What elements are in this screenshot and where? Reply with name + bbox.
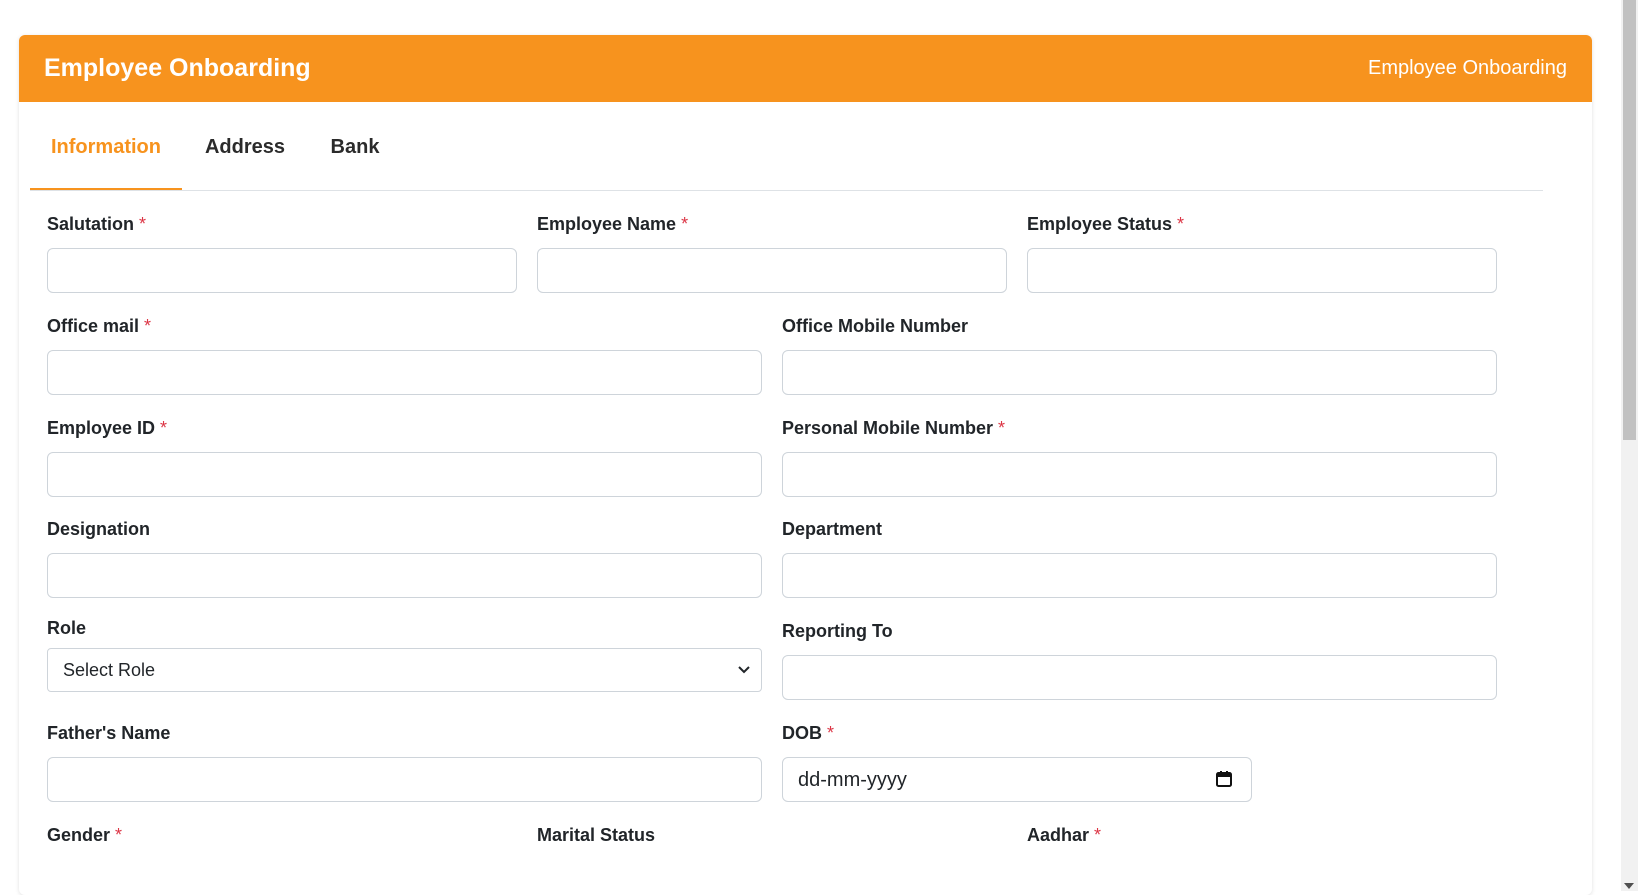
scrollbar-thumb[interactable] — [1623, 0, 1636, 440]
role-select[interactable]: Select Role — [47, 648, 762, 692]
dob-placeholder: dd-mm-yyyy — [798, 769, 907, 791]
reporting-to-label: Reporting To — [782, 621, 893, 641]
card-header: Employee Onboarding Employee Onboarding — [19, 35, 1592, 102]
office-mail-input[interactable] — [47, 350, 762, 395]
dob-date-input[interactable]: dd-mm-yyyy — [782, 757, 1252, 802]
employee-status-label: Employee Status — [1027, 214, 1173, 234]
personal-mobile-label: Personal Mobile Number — [782, 418, 994, 438]
salutation-label: Salutation — [47, 214, 135, 234]
employee-name-input[interactable] — [537, 248, 1007, 293]
employee-id-input[interactable] — [47, 452, 762, 497]
department-label: Department — [782, 519, 883, 539]
employee-name-label: Employee Name — [537, 214, 677, 234]
required-marker: * — [998, 418, 1006, 438]
role-label: Role — [47, 618, 87, 638]
chevron-down-icon — [737, 649, 751, 691]
reporting-to-input[interactable] — [782, 655, 1497, 700]
page-title: Employee Onboarding — [44, 54, 311, 82]
employee-status-input[interactable] — [1027, 248, 1497, 293]
dob-label: DOB — [782, 723, 822, 743]
required-marker: * — [681, 214, 689, 234]
required-marker: * — [139, 214, 147, 234]
page-scrollbar[interactable] — [1621, 0, 1638, 891]
fathers-name-input[interactable] — [47, 757, 762, 802]
salutation-input[interactable] — [47, 248, 517, 293]
gender-label: Gender — [47, 825, 111, 845]
required-marker: * — [160, 418, 168, 438]
role-selected-value: Select Role — [63, 660, 156, 680]
required-marker: * — [1094, 825, 1102, 845]
required-marker: * — [1177, 214, 1185, 234]
marital-status-label: Marital Status — [537, 825, 656, 845]
scroll-down-arrow-icon[interactable] — [1624, 883, 1634, 889]
breadcrumb: Employee Onboarding — [1367, 57, 1567, 79]
personal-mobile-input[interactable] — [782, 452, 1497, 497]
required-marker: * — [827, 723, 835, 743]
tab-bank[interactable]: Bank — [308, 108, 402, 189]
department-input[interactable] — [782, 553, 1497, 598]
office-mobile-label: Office Mobile Number — [782, 316, 969, 336]
office-mobile-input[interactable] — [782, 350, 1497, 395]
designation-input[interactable] — [47, 553, 762, 598]
employee-id-label: Employee ID — [47, 418, 156, 438]
required-marker: * — [115, 825, 123, 845]
aadhar-label: Aadhar — [1027, 825, 1090, 845]
designation-label: Designation — [47, 519, 151, 539]
calendar-icon[interactable] — [1215, 770, 1233, 788]
tab-information[interactable]: Information — [30, 108, 182, 190]
office-mail-label: Office mail — [47, 316, 140, 336]
tab-bar: Information Address Bank — [30, 108, 1543, 191]
tab-address[interactable]: Address — [182, 108, 308, 189]
fathers-name-label: Father's Name — [47, 723, 171, 743]
required-marker: * — [144, 316, 152, 336]
